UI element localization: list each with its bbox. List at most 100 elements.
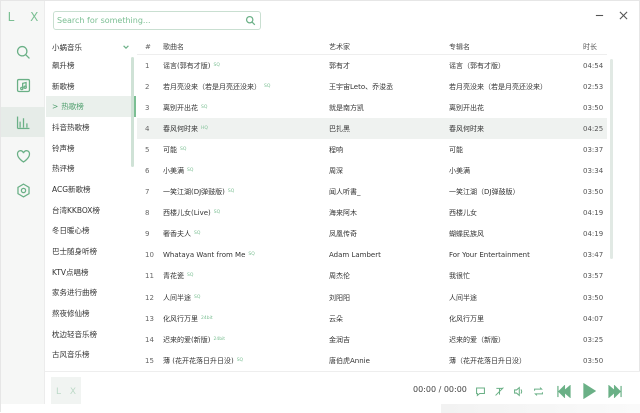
- song-name: 春风何时来: [163, 124, 198, 133]
- search-icon[interactable]: [245, 15, 256, 26]
- song-duration: 04:07: [583, 314, 604, 323]
- lyrics-toggle-button[interactable]: [491, 382, 507, 400]
- leaderboard-item[interactable]: 家务进行曲榜: [46, 283, 136, 304]
- row-number: 7: [145, 188, 150, 197]
- song-name: 人间半途: [163, 293, 191, 302]
- leaderboard-item-label: 新歌榜: [52, 81, 75, 91]
- leaderboard-item[interactable]: 新歌榜: [46, 76, 136, 97]
- col-header-time: 时长: [583, 42, 597, 51]
- table-row[interactable]: 13 化风行万里 24bit 云朵 化风行万里 04:07: [137, 308, 607, 330]
- table-row[interactable]: 8 西楼儿女(Live) SQ 海来阿木 西楼儿女 04:19: [137, 203, 607, 224]
- heart-icon: [16, 149, 30, 163]
- song-album: 小美满: [449, 167, 470, 176]
- repeat-icon: [533, 386, 543, 396]
- nav-song-list[interactable]: [1, 70, 45, 100]
- song-album: 离别开出花: [449, 103, 484, 112]
- close-button[interactable]: [613, 5, 633, 25]
- song-name: 青花瓷: [163, 272, 184, 281]
- song-artist: 周杰伦: [329, 272, 350, 281]
- leaderboard-item[interactable]: 飙升榜: [46, 55, 136, 76]
- song-name-cell: 一笑江湖(DJ弹鼓版) SQ: [159, 187, 329, 197]
- leaderboard-item[interactable]: 热评榜: [46, 158, 136, 179]
- song-artist: 王宇宙Leto、乔浚丞: [329, 82, 394, 91]
- table-row[interactable]: 1 谣言(郭有才版) SQ 郭有才 谣言（郭有才版） 04:54: [137, 55, 607, 77]
- table-row[interactable]: 9 奢香夫人 SQ 凤凰传奇 蝴蝶民族风 04:19: [137, 223, 607, 245]
- search-input[interactable]: [57, 13, 239, 28]
- comment-button[interactable]: [472, 382, 488, 400]
- source-select[interactable]: 小蜗音乐: [46, 39, 136, 55]
- table-row[interactable]: 5 可能 SQ 程响 可能 03:37: [137, 139, 607, 161]
- leaderboard-item[interactable]: 铃声榜: [46, 138, 136, 159]
- table-scrollbar[interactable]: [610, 59, 613, 259]
- col-header-name: 歌曲名: [163, 42, 184, 51]
- table-row[interactable]: 4 春风何时来 HQ 巴扎黑 春风何时来 04:25: [137, 118, 607, 140]
- leaderboard-item[interactable]: 巴士随身听榜: [46, 241, 136, 262]
- table-row[interactable]: 14 迟来的爱(新版) 24bit 金润吉 迟来的爱（新版） 03:25: [137, 329, 607, 350]
- leaderboard-item-label: 抖音热歌榜: [52, 122, 90, 132]
- table-row[interactable]: 11 青花瓷 SQ 周杰伦 我很忙 03:57: [137, 265, 607, 288]
- repeat-button[interactable]: [530, 382, 546, 400]
- play-icon: [583, 383, 596, 399]
- table-row[interactable]: 6 小美满 SQ 周深 小美满 03:34: [137, 160, 607, 181]
- row-number: 9: [145, 230, 150, 239]
- leaderboard-item-label: 家务进行曲榜: [52, 288, 97, 298]
- search-icon: [16, 45, 30, 59]
- leaderboard-item-label: KTV点唱榜: [52, 267, 89, 277]
- volume-button[interactable]: [510, 382, 526, 400]
- song-duration: 03:47: [583, 251, 604, 260]
- minimize-button[interactable]: [589, 5, 609, 25]
- table-row[interactable]: 7 一笑江湖(DJ弹鼓版) SQ 闻人听書_ 一笑江湖（DJ弹鼓版） 03:50: [137, 181, 607, 203]
- song-name-cell: 谣言(郭有才版) SQ: [159, 61, 329, 71]
- leaderboard-item[interactable]: KTV点唱榜: [46, 262, 136, 283]
- lyrics-off-icon: [494, 386, 504, 396]
- quality-badge: SQ: [264, 83, 271, 89]
- song-album: 人间半途: [449, 293, 477, 302]
- leaderboard-item-label: 枕边轻音乐榜: [52, 329, 97, 339]
- table-row[interactable]: 3 离别开出花 SQ 就是南方凯 离别开出花 03:50: [137, 97, 607, 119]
- leaderboard-item[interactable]: > 热歌榜: [46, 96, 136, 118]
- album-cover[interactable]: L X: [51, 377, 81, 407]
- nav-favorites[interactable]: [1, 141, 45, 171]
- table-row[interactable]: 12 人间半途 SQ 刘阳阳 人间半途 03:50: [137, 287, 607, 308]
- quality-badge: SQ: [227, 189, 235, 195]
- nav-search[interactable]: [1, 37, 45, 67]
- leaderboard-item[interactable]: 枕边轻音乐榜: [46, 324, 136, 345]
- song-artist: 刘阳阳: [329, 293, 350, 302]
- leaderboard-item[interactable]: 熬夜修仙榜: [46, 303, 136, 324]
- song-album: 蝴蝶民族风: [449, 230, 484, 239]
- leaderboard-item[interactable]: 抖音热歌榜: [46, 117, 136, 138]
- leaderboard-item[interactable]: ACG新歌榜: [46, 179, 136, 200]
- song-name-cell: 西楼儿女(Live) SQ: [159, 208, 329, 218]
- table-row[interactable]: 15 薄 (花开花落日升日没) SQ 唐伯虎Annie 薄（花开花落日升日没） 03:50: [137, 350, 607, 372]
- song-table: # 歌曲名 艺术家 专辑名 时长 1 谣言(郭有才版) SQ 郭有才 谣言（郭有才版） 0…: [137, 39, 607, 372]
- minimize-icon: [595, 14, 603, 16]
- next-icon: [607, 384, 622, 398]
- nav-settings[interactable]: [1, 175, 45, 205]
- song-name: 一笑江湖(DJ弹鼓版): [163, 188, 225, 197]
- leaderboard-list: 小蜗音乐 飙升榜新歌榜 > 热歌榜抖音热歌榜铃声榜 热评榜 ACG新歌榜 台湾KKBOX榜…: [46, 39, 136, 371]
- source-select-label: 小蜗音乐: [52, 42, 82, 52]
- leaderboard-item[interactable]: 台湾KKBOX榜: [46, 200, 136, 221]
- previous-button[interactable]: [553, 382, 573, 400]
- row-number: 13: [145, 314, 154, 323]
- song-album: 西楼儿女: [449, 209, 477, 218]
- list-scrollbar[interactable]: [131, 57, 134, 167]
- nav-leaderboard[interactable]: [1, 107, 45, 137]
- app-window: L X 小蜗音乐 飙升榜新歌榜>热歌榜抖音热歌榜铃声榜热评榜AC: [0, 0, 640, 413]
- song-album: 薄（花开花落日升日没）: [449, 356, 526, 365]
- next-button[interactable]: [605, 382, 625, 400]
- music-file-icon: [16, 78, 30, 92]
- song-album: 可能: [449, 145, 463, 154]
- song-artist: 云朵: [329, 314, 343, 323]
- quality-badge: SQ: [180, 146, 187, 152]
- table-row[interactable]: 10 Whataya Want from Me SQ Adam Lambert For …: [137, 245, 607, 266]
- quality-badge: 24bit: [213, 336, 226, 342]
- app-logo: L X: [7, 10, 45, 24]
- song-name-cell: 迟来的爱(新版) 24bit: [159, 335, 329, 345]
- song-artist: Adam Lambert: [329, 251, 381, 260]
- play-button[interactable]: [579, 382, 599, 400]
- table-row[interactable]: 2 若月亮没来（若是月亮还没来） SQ 王宇宙Leto、乔浚丞 若月亮没来（若是月亮还没…: [137, 76, 607, 97]
- row-number: 2: [145, 82, 150, 91]
- leaderboard-item[interactable]: 冬日暖心榜: [46, 221, 136, 242]
- leaderboard-item[interactable]: 古风音乐榜: [46, 345, 136, 366]
